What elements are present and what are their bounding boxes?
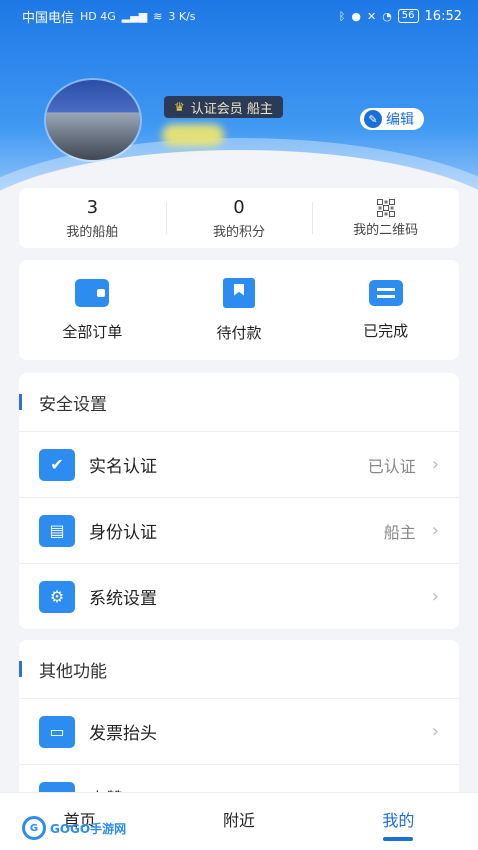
bluetooth-icon: ᛒ — [338, 9, 346, 23]
carrier-label: 中国电信 — [22, 10, 75, 26]
stats-card: 3 我的船舶 0 我的积分 我的二维码 — [19, 188, 459, 248]
row-value: 船主 — [383, 522, 416, 542]
badge-label: 认证会员 船主 — [190, 101, 273, 117]
qrcode-icon — [376, 198, 395, 217]
clock: 16:52 — [424, 8, 462, 24]
crown-icon: ♛ — [174, 100, 185, 114]
network-indicator: HD 4G — [80, 9, 116, 23]
row-value: 已认证 — [367, 456, 416, 476]
row-system-settings[interactable]: ⚙ 系统设置 › — [19, 563, 459, 629]
row-invoice-header[interactable]: ▭ 发票抬头 › — [19, 698, 459, 764]
section-title: 安全设置 — [19, 373, 459, 431]
chevron-right-icon: › — [431, 454, 439, 475]
row-identity-auth[interactable]: ▤ 身份认证 船主 › — [19, 497, 459, 563]
watermark-text: GOGO手游网 — [50, 821, 127, 836]
section-title: 其他功能 — [19, 640, 459, 698]
row-real-name-auth[interactable]: ✔ 实名认证 已认证 › — [19, 431, 459, 497]
stat-value: 0 — [233, 196, 245, 218]
speed-gauge-icon: ◔ — [382, 9, 392, 23]
order-completed[interactable]: 已完成 — [312, 260, 459, 360]
order-pending-payment[interactable]: 待付款 — [166, 260, 313, 360]
chevron-right-icon: › — [431, 520, 439, 541]
battery-indicator: 56 — [397, 9, 419, 23]
watermark-logo-icon: G — [22, 816, 46, 840]
member-badge: ♛ 认证会员 船主 — [164, 96, 283, 118]
id-card-icon: ▤ — [39, 514, 75, 547]
watermark: G GOGO手游网 — [22, 816, 126, 840]
orders-card: 全部订单 待付款 已完成 — [19, 260, 459, 360]
row-label: 系统设置 — [89, 589, 157, 609]
stat-label: 我的二维码 — [353, 222, 419, 238]
wifi-icon: ≋ — [153, 9, 163, 23]
invoice-icon: ▭ — [39, 715, 75, 748]
row-label: 实名认证 — [89, 457, 157, 477]
order-label: 全部订单 — [62, 322, 123, 341]
mute-icon: ✕ — [366, 9, 377, 23]
location-icon: ● — [351, 9, 361, 23]
order-label: 已完成 — [363, 321, 409, 340]
wallet-icon — [75, 278, 110, 307]
payment-icon — [223, 277, 255, 308]
user-check-icon: ✔ — [39, 448, 75, 481]
security-settings-card: 安全设置 ✔ 实名认证 已认证 › ▤ 身份认证 船主 › ⚙ 系统设置 › — [19, 373, 459, 629]
tab-nearby[interactable]: 附近 — [159, 793, 318, 850]
order-label: 待付款 — [216, 323, 262, 342]
net-speed: 3 K/s — [168, 9, 196, 23]
gear-icon: ⚙ — [39, 580, 75, 613]
tab-mine[interactable]: 我的 — [319, 793, 478, 850]
chevron-right-icon: › — [431, 586, 439, 607]
avatar[interactable] — [46, 80, 140, 160]
row-label: 发票抬头 — [89, 724, 157, 744]
stat-my-ships[interactable]: 3 我的船舶 — [19, 188, 166, 248]
username-redacted — [162, 124, 224, 146]
order-all[interactable]: 全部订单 — [19, 260, 166, 360]
edit-label: 编辑 — [386, 112, 414, 128]
status-bar: 中国电信 HD 4G ▂▄▆ ≋ 3 K/s ᛒ ● ✕ ◔ 56 16:52 — [0, 0, 478, 32]
stat-value: 3 — [86, 196, 99, 218]
signal-icon: ▂▄▆ — [121, 9, 148, 23]
tab-label: 附近 — [222, 811, 255, 830]
feather-icon: ✎ — [364, 110, 382, 128]
stat-my-points[interactable]: 0 我的积分 — [165, 188, 313, 248]
stat-label: 我的积分 — [213, 224, 266, 240]
stat-label: 我的船舶 — [66, 224, 119, 240]
tab-label: 我的 — [382, 811, 415, 830]
edit-profile-button[interactable]: ✎ 编辑 — [360, 108, 424, 130]
card-icon — [368, 279, 403, 306]
chevron-right-icon: › — [431, 721, 439, 742]
stat-my-qrcode[interactable]: 我的二维码 — [312, 188, 459, 248]
row-label: 身份认证 — [89, 523, 157, 543]
